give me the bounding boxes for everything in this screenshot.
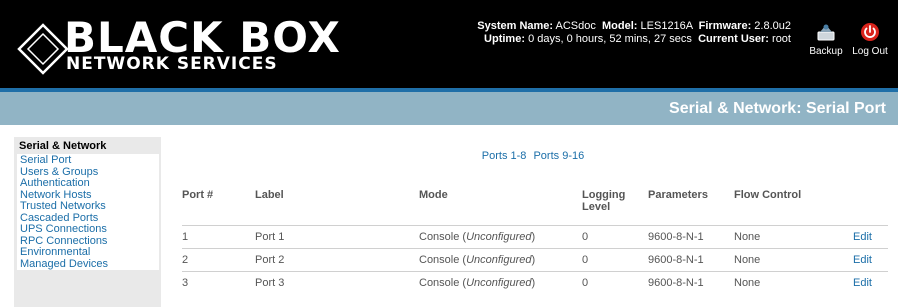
system-info: System Name: ACSdoc Model: LES1216A Firm… bbox=[477, 20, 791, 46]
cell-port: 3 bbox=[182, 271, 255, 294]
mode-state: Unconfigured bbox=[466, 231, 532, 243]
serial-port-table: Port # Label Mode Logging Level Paramete… bbox=[182, 187, 888, 294]
sidebar-item-authentication[interactable]: Authentication bbox=[17, 177, 159, 190]
cell-parameters: 9600-8-N-1 bbox=[648, 248, 734, 272]
diamond-logo-icon bbox=[17, 23, 69, 75]
column-header-mode: Mode bbox=[419, 189, 448, 201]
mode-suffix: ) bbox=[531, 254, 536, 266]
cell-label: Port 3 bbox=[255, 271, 419, 294]
mode-prefix: Console ( bbox=[419, 254, 467, 266]
table-row: 2 Port 2 Console (Unconfigured) 0 9600-8… bbox=[182, 248, 888, 272]
mode-state: Unconfigured bbox=[466, 254, 532, 266]
cell-parameters: 9600-8-N-1 bbox=[648, 271, 734, 294]
sidebar-item-serial-port[interactable]: Serial Port bbox=[17, 154, 159, 167]
logout-button[interactable]: Log Out bbox=[850, 22, 890, 62]
sidebar-item-trusted-networks[interactable]: Trusted Networks bbox=[17, 200, 159, 213]
sidebar-item-environmental[interactable]: Environmental bbox=[17, 246, 159, 259]
cell-logging: 0 bbox=[582, 225, 648, 249]
backup-label: Backup bbox=[809, 46, 843, 57]
cell-label: Port 2 bbox=[255, 248, 419, 272]
cell-logging: 0 bbox=[582, 248, 648, 272]
mode-state: Unconfigured bbox=[466, 277, 532, 289]
backup-icon bbox=[817, 24, 835, 41]
cell-port: 2 bbox=[182, 248, 255, 272]
system-name-value: ACSdoc bbox=[555, 20, 596, 32]
mode-prefix: Console ( bbox=[419, 277, 467, 289]
title-bar: Serial & Network: Serial Port bbox=[0, 92, 898, 125]
column-header-action bbox=[824, 187, 888, 226]
firmware-value: 2.8.0u2 bbox=[754, 20, 791, 32]
table-header-row: Port # Label Mode Logging Level Paramete… bbox=[182, 187, 888, 226]
current-user-value: root bbox=[772, 33, 791, 45]
column-header-logging: Logging Level bbox=[582, 189, 626, 213]
backup-button[interactable]: Backup bbox=[806, 22, 846, 62]
column-header-flow: Flow Control bbox=[734, 189, 802, 201]
cell-label: Port 1 bbox=[255, 225, 419, 249]
sidebar-item-ups-connections[interactable]: UPS Connections bbox=[17, 223, 159, 236]
brand-sub-text: NETWORK SERVICES bbox=[66, 54, 278, 74]
power-icon bbox=[861, 23, 879, 41]
mode-suffix: ) bbox=[531, 277, 536, 289]
edit-link[interactable]: Edit bbox=[824, 248, 888, 272]
cell-parameters: 9600-8-N-1 bbox=[648, 225, 734, 249]
logout-label: Log Out bbox=[852, 46, 888, 57]
cell-port: 1 bbox=[182, 225, 255, 249]
table-row: 3 Port 3 Console (Unconfigured) 0 9600-8… bbox=[182, 271, 888, 294]
sidebar-item-managed-devices[interactable]: Managed Devices bbox=[17, 258, 159, 271]
port-pager: Ports 1-8 Ports 9-16 bbox=[168, 150, 898, 162]
sidebar: Serial & Network Serial Port Users & Gro… bbox=[14, 137, 161, 307]
system-name-label: System Name: bbox=[477, 20, 554, 32]
page-title: Serial & Network: Serial Port bbox=[669, 100, 886, 117]
edit-link[interactable]: Edit bbox=[824, 225, 888, 249]
column-header-port: Port # bbox=[182, 189, 214, 201]
uptime-label: Uptime: bbox=[484, 33, 525, 45]
model-label: Model: bbox=[602, 20, 638, 32]
mode-suffix: ) bbox=[531, 231, 536, 243]
main-content: Ports 1-8 Ports 9-16 Port # Label Mode L… bbox=[168, 137, 898, 301]
firmware-label: Firmware: bbox=[698, 20, 752, 32]
cell-mode: Console (Unconfigured) bbox=[419, 271, 582, 294]
edit-link[interactable]: Edit bbox=[824, 271, 888, 294]
cell-mode: Console (Unconfigured) bbox=[419, 225, 582, 249]
uptime-value: 0 days, 0 hours, 52 mins, 27 secs bbox=[528, 33, 692, 45]
cell-flow: None bbox=[734, 225, 824, 249]
mode-prefix: Console ( bbox=[419, 231, 467, 243]
ports-9-16-link[interactable]: Ports 9-16 bbox=[533, 150, 584, 162]
header-bar: BLACK BOX NETWORK SERVICES System Name: … bbox=[0, 0, 898, 88]
current-user-label: Current User: bbox=[698, 33, 769, 45]
cell-flow: None bbox=[734, 271, 824, 294]
brand-logo: BLACK BOX NETWORK SERVICES bbox=[16, 16, 340, 76]
sidebar-list: Serial Port Users & Groups Authenticatio… bbox=[17, 154, 159, 270]
column-header-label: Label bbox=[255, 189, 284, 201]
sidebar-heading: Serial & Network bbox=[19, 140, 107, 152]
ports-1-8-link[interactable]: Ports 1-8 bbox=[482, 150, 527, 162]
model-value: LES1216A bbox=[640, 20, 693, 32]
cell-flow: None bbox=[734, 248, 824, 272]
cell-mode: Console (Unconfigured) bbox=[419, 248, 582, 272]
cell-logging: 0 bbox=[582, 271, 648, 294]
column-header-parameters: Parameters bbox=[648, 189, 708, 201]
table-row: 1 Port 1 Console (Unconfigured) 0 9600-8… bbox=[182, 225, 888, 249]
